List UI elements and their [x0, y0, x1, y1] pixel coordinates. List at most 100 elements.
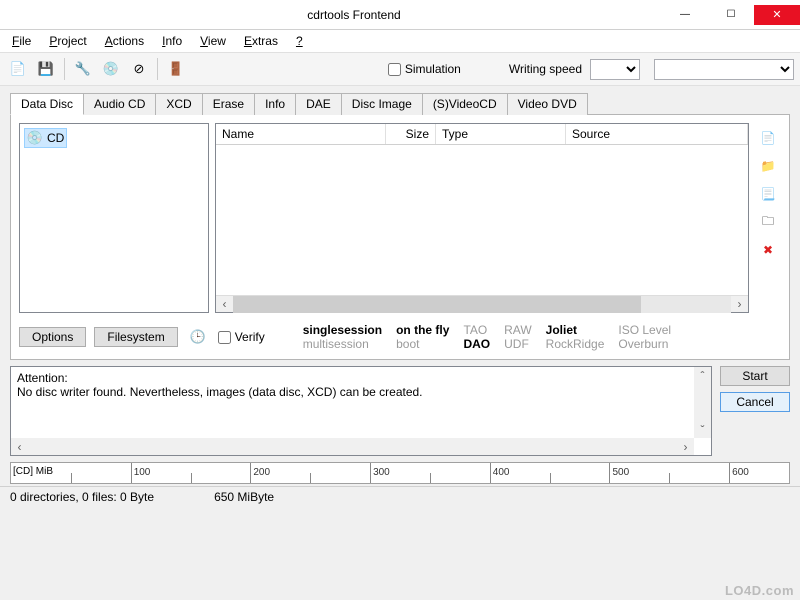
info-tao: TAO — [463, 323, 490, 337]
tab-panel-data-disc: 💿 CD Name Size Type Source ‹ › 📄 📁 📃 🗀 — [10, 114, 790, 360]
add-file-button[interactable]: 📄 — [759, 129, 777, 147]
save-icon: 💾 — [38, 61, 54, 77]
verify-label: Verify — [235, 330, 265, 344]
erase-cd-button[interactable]: ⊘ — [127, 57, 151, 81]
folder-new-icon: 🗀 — [762, 212, 774, 233]
tab-disc-image[interactable]: Disc Image — [341, 93, 423, 115]
col-name[interactable]: Name — [216, 124, 386, 144]
tab-info[interactable]: Info — [254, 93, 296, 115]
write-cd-button[interactable]: 💿 — [99, 57, 123, 81]
page-plus-icon: 📄 — [10, 61, 26, 77]
menu-help[interactable]: ? — [288, 32, 311, 50]
tab-xcd[interactable]: XCD — [155, 93, 202, 115]
menu-actions[interactable]: Actions — [97, 32, 152, 50]
info-overburn: Overburn — [618, 337, 671, 351]
cd-icon: 💿 — [27, 130, 43, 146]
new-project-button[interactable]: 📄 — [6, 57, 30, 81]
status-bar: 0 directories, 0 files: 0 Byte 650 MiByt… — [0, 486, 800, 506]
tab-data-disc[interactable]: Data Disc — [10, 93, 84, 115]
clock-button[interactable]: 🕒 — [186, 325, 210, 349]
new-file-button[interactable]: 📃 — [759, 185, 777, 203]
menu-file[interactable]: File — [4, 32, 39, 50]
cancel-button[interactable]: Cancel — [720, 392, 790, 412]
tab-audio-cd[interactable]: Audio CD — [83, 93, 156, 115]
message-vscrollbar[interactable]: ˆ ˇ — [694, 367, 711, 438]
clock-icon: 🕒 — [190, 329, 206, 345]
status-right: 650 MiByte — [214, 490, 274, 504]
simulation-checkbox-input[interactable] — [388, 63, 401, 76]
add-folder-button[interactable]: 📁 — [759, 157, 777, 175]
info-onthefly: on the fly — [396, 323, 449, 337]
tab-video-dvd[interactable]: Video DVD — [507, 93, 588, 115]
verify-checkbox[interactable]: Verify — [218, 330, 265, 344]
writing-speed-label: Writing speed — [509, 62, 582, 76]
tab-dae[interactable]: DAE — [295, 93, 342, 115]
scroll-left-icon[interactable]: ‹ — [216, 296, 233, 313]
scroll-thumb[interactable] — [233, 296, 641, 313]
minimize-button[interactable] — [662, 5, 708, 25]
session-info-grid: singlesession on the fly TAO RAW Joliet … — [303, 323, 671, 351]
tree-root-cd[interactable]: 💿 CD — [24, 128, 67, 148]
door-exit-icon: 🚪 — [168, 61, 184, 77]
start-button[interactable]: Start — [720, 366, 790, 386]
info-raw: RAW — [504, 323, 532, 337]
tab-erase[interactable]: Erase — [202, 93, 255, 115]
scroll-up-icon[interactable]: ˆ — [694, 367, 711, 384]
tab-svideocd[interactable]: (S)VideoCD — [422, 93, 508, 115]
file-list-header: Name Size Type Source — [216, 124, 748, 145]
scroll-left-icon[interactable]: ‹ — [11, 438, 28, 455]
file-new-icon: 📃 — [761, 187, 776, 201]
tabstrip: Data Disc Audio CD XCD Erase Info DAE Di… — [0, 86, 800, 114]
watermark: LO4D.com — [725, 583, 794, 598]
col-type[interactable]: Type — [436, 124, 566, 144]
scroll-down-icon[interactable]: ˇ — [694, 421, 711, 438]
settings-button[interactable]: 🔧 — [71, 57, 95, 81]
ruler-tick-label: 300 — [373, 467, 390, 478]
message-hscrollbar[interactable]: ‹ › — [11, 438, 694, 455]
menu-project[interactable]: Project — [41, 32, 94, 50]
menu-view[interactable]: View — [192, 32, 234, 50]
scroll-right-icon[interactable]: › — [731, 296, 748, 313]
verify-checkbox-input[interactable] — [218, 331, 231, 344]
remove-button[interactable]: ✖ — [759, 241, 777, 259]
file-list-hscrollbar[interactable]: ‹ › — [216, 295, 748, 312]
action-buttons: Start Cancel — [720, 366, 790, 456]
info-joliet: Joliet — [546, 323, 605, 337]
simulation-checkbox[interactable]: Simulation — [388, 62, 461, 76]
ruler-tick-label: 500 — [612, 467, 629, 478]
file-list[interactable]: Name Size Type Source ‹ › — [215, 123, 749, 313]
ruler-tick-label: 100 — [134, 467, 151, 478]
folder-tree[interactable]: 💿 CD — [19, 123, 209, 313]
new-folder-button[interactable]: 🗀 — [759, 213, 777, 231]
folder-plus-icon: 📁 — [761, 159, 776, 173]
cd-icon: 💿 — [103, 61, 119, 77]
col-source[interactable]: Source — [566, 124, 748, 144]
status-left: 0 directories, 0 files: 0 Byte — [10, 490, 154, 504]
delete-x-icon: ✖ — [763, 243, 773, 257]
message-box: Attention: No disc writer found. Neverth… — [10, 366, 712, 456]
info-dao: DAO — [463, 337, 490, 351]
exit-button[interactable]: 🚪 — [164, 57, 188, 81]
writing-speed-select[interactable] — [590, 59, 640, 80]
save-project-button[interactable]: 💾 — [34, 57, 58, 81]
scroll-right-icon[interactable]: › — [677, 438, 694, 455]
menu-info[interactable]: Info — [154, 32, 190, 50]
close-button[interactable] — [754, 5, 800, 25]
col-size[interactable]: Size — [386, 124, 436, 144]
cd-erase-icon: ⊘ — [131, 61, 147, 77]
maximize-button[interactable] — [708, 5, 754, 25]
ruler-tick-label: 200 — [253, 467, 270, 478]
toolbar-separator — [64, 58, 65, 80]
simulation-label: Simulation — [405, 62, 461, 76]
window-title: cdrtools Frontend — [46, 8, 662, 22]
options-button[interactable]: Options — [19, 327, 86, 347]
titlebar: cdrtools Frontend — [0, 0, 800, 30]
toolbar: 📄 💾 🔧 💿 ⊘ 🚪 Simulation Writing speed — [0, 52, 800, 86]
info-boot: boot — [396, 337, 449, 351]
writer-device-select[interactable] — [654, 59, 794, 80]
menu-extras[interactable]: Extras — [236, 32, 286, 50]
info-isolevel: ISO Level — [618, 323, 671, 337]
file-plus-icon: 📄 — [761, 131, 776, 145]
options-row: Options Filesystem 🕒 Verify singlesessio… — [19, 323, 781, 351]
filesystem-button[interactable]: Filesystem — [94, 327, 177, 347]
